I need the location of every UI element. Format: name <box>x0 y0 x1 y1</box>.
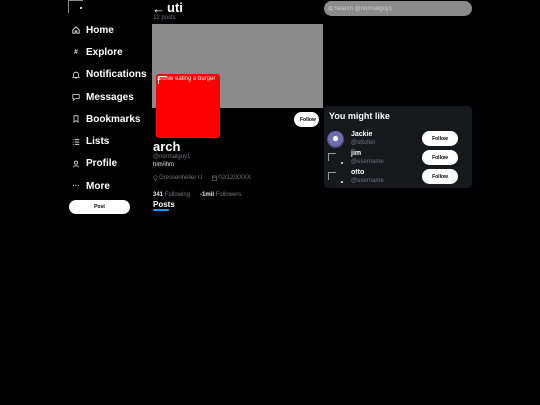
post-button[interactable]: Post <box>69 200 130 214</box>
broken-image-icon <box>328 153 336 161</box>
followers-label: Followers <box>215 192 242 198</box>
suggested-user-name: Jackie <box>351 131 373 138</box>
suggested-user[interactable]: jim @username Follow <box>327 149 469 168</box>
nav-label: Notifications <box>86 69 147 81</box>
suggested-user-name: otto <box>351 169 365 176</box>
nav-label: Lists <box>86 136 110 148</box>
following-label: Following <box>164 192 191 198</box>
sidebar-nav: Home # Explore Notifications Messages Bo… <box>66 19 156 197</box>
nav-label: More <box>86 180 110 192</box>
suggested-user-handle: @ottofen <box>351 140 376 146</box>
location-item: Gressenheller U <box>153 175 202 181</box>
nav-item-messages[interactable]: Messages <box>66 86 156 108</box>
suggested-user[interactable]: Jackie @ottofen Follow <box>327 130 469 149</box>
posts-count: 12 posts <box>153 15 176 21</box>
profile-meta: Gressenheller U 02/12/XXXX <box>153 175 261 181</box>
page-title: uti <box>167 0 183 15</box>
joined-item: 02/12/XXXX <box>212 175 251 181</box>
search-icon <box>328 6 333 11</box>
home-icon <box>72 26 80 34</box>
location-text: Gressenheller U <box>159 175 203 181</box>
list-icon <box>72 138 80 146</box>
panel-title: You might like <box>329 111 390 121</box>
followers-link[interactable]: -1mil Followers <box>200 192 241 198</box>
hashtag-icon: # <box>74 48 78 56</box>
back-arrow-icon[interactable]: ← <box>152 1 165 16</box>
nav-label: Explore <box>86 46 123 58</box>
nav-item-bookmarks[interactable]: Bookmarks <box>66 108 156 130</box>
bell-icon <box>72 71 80 79</box>
joined-date: 02/12/XXXX <box>218 175 252 181</box>
following-link[interactable]: 341 Following <box>153 192 190 198</box>
profile-handle: @normalguy1 <box>153 154 191 160</box>
follow-button[interactable]: Follow <box>422 131 458 146</box>
more-icon: ··· <box>72 182 80 190</box>
follow-button[interactable]: Follow <box>422 150 458 165</box>
following-count: 341 <box>153 192 164 198</box>
display-name: arch <box>153 139 181 154</box>
follow-button[interactable]: Follow <box>294 112 319 127</box>
tab-active-indicator <box>153 209 169 211</box>
nav-label: Profile <box>86 158 118 170</box>
nav-item-home[interactable]: Home <box>66 19 156 41</box>
search-bar[interactable] <box>324 1 472 16</box>
nav-label: Home <box>86 24 114 36</box>
logo-image[interactable] <box>68 0 90 20</box>
nav-item-more[interactable]: ··· More <box>66 175 156 197</box>
user-icon <box>72 160 80 168</box>
avatar-alt-text: archie eating a burger <box>157 76 216 82</box>
suggested-user-handle: @username <box>351 159 384 165</box>
location-pin-icon <box>153 175 158 181</box>
avatar[interactable] <box>327 131 344 148</box>
avatar[interactable] <box>327 169 344 186</box>
follow-stats: 341 Following -1mil Followers <box>153 192 241 198</box>
bookmark-icon <box>72 115 80 124</box>
calendar-icon <box>212 175 218 181</box>
search-input[interactable] <box>334 5 464 12</box>
you-might-like-panel: You might like Jackie @ottofen Follow ji… <box>324 106 472 188</box>
nav-item-explore[interactable]: # Explore <box>66 41 156 63</box>
suggested-user[interactable]: otto @username Follow <box>327 168 469 187</box>
nav-item-lists[interactable]: Lists <box>66 130 156 152</box>
profile-bio: him/ihm <box>153 162 175 168</box>
avatar[interactable] <box>327 150 344 167</box>
nav-item-profile[interactable]: Profile <box>66 153 156 175</box>
nav-label: Messages <box>86 91 134 103</box>
nav-item-notifications[interactable]: Notifications <box>66 64 156 86</box>
suggested-user-name: jim <box>351 150 362 157</box>
follow-button[interactable]: Follow <box>422 169 458 184</box>
tab-posts[interactable]: Posts <box>153 200 175 209</box>
followers-count: -1mil <box>200 192 215 198</box>
message-icon <box>72 93 80 102</box>
broken-image-icon <box>328 172 336 180</box>
avatar[interactable]: archie eating a burger <box>156 74 220 138</box>
suggested-user-handle: @username <box>351 178 384 184</box>
nav-label: Bookmarks <box>86 113 141 125</box>
